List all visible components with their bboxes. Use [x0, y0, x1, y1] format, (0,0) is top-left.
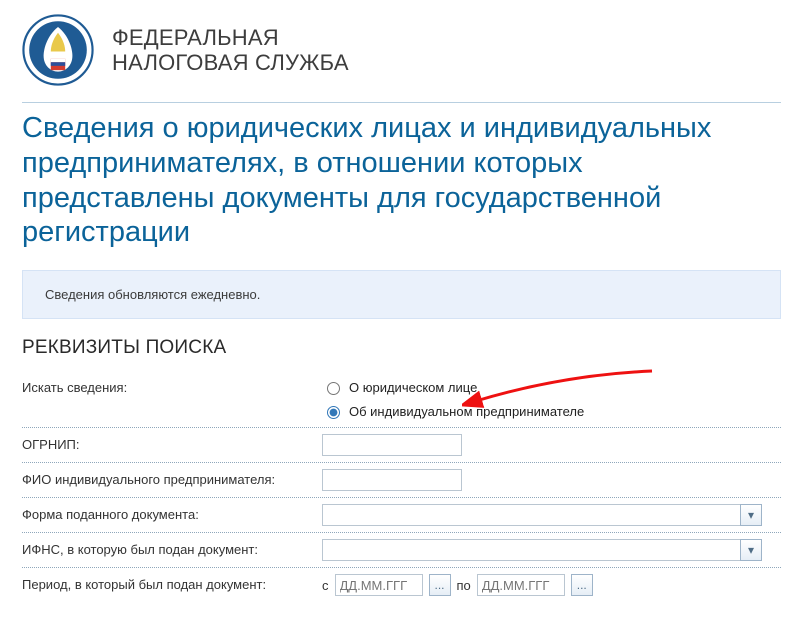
date-to-picker-button[interactable]: ...	[571, 574, 593, 596]
chevron-down-icon[interactable]: ▾	[740, 504, 762, 526]
label-docform: Форма поданного документа:	[22, 504, 322, 522]
search-criteria-heading: РЕКВИЗИТЫ ПОИСКА	[22, 337, 781, 359]
row-docform: Форма поданного документа: ▾	[22, 498, 781, 533]
period-to-prefix: по	[457, 578, 471, 593]
input-fio[interactable]	[322, 469, 462, 491]
chevron-down-icon[interactable]: ▾	[740, 539, 762, 561]
radio-legal-label: О юридическом лице	[349, 380, 477, 395]
radio-individual-label: Об индивидуальном предпринимателе	[349, 404, 584, 419]
site-header: ФЕДЕРАЛЬНАЯ НАЛОГОВАЯ СЛУЖБА	[22, 14, 781, 98]
input-ifns[interactable]	[322, 539, 740, 561]
input-date-from[interactable]	[335, 574, 423, 596]
org-title-line2: НАЛОГОВАЯ СЛУЖБА	[112, 50, 349, 75]
row-ogrnip: ОГРНИП:	[22, 428, 781, 463]
label-period: Период, в который был подан документ:	[22, 574, 322, 592]
row-period: Период, в который был подан документ: с …	[22, 568, 781, 602]
row-search-type: Искать сведения: О юридическом лице Об и…	[22, 371, 781, 428]
radio-option-individual[interactable]: Об индивидуальном предпринимателе	[322, 401, 584, 421]
fns-logo-icon	[22, 14, 94, 86]
label-search-type: Искать сведения:	[22, 377, 322, 395]
input-docform[interactable]	[322, 504, 740, 526]
label-ifns: ИФНС, в которую был подан документ:	[22, 539, 322, 557]
radio-individual-input[interactable]	[327, 406, 340, 419]
input-date-to[interactable]	[477, 574, 565, 596]
label-fio: ФИО индивидуального предпринимателя:	[22, 469, 322, 487]
org-title: ФЕДЕРАЛЬНАЯ НАЛОГОВАЯ СЛУЖБА	[112, 25, 349, 76]
combo-docform[interactable]: ▾	[322, 504, 762, 526]
combo-ifns[interactable]: ▾	[322, 539, 762, 561]
row-fio: ФИО индивидуального предпринимателя:	[22, 463, 781, 498]
org-title-line1: ФЕДЕРАЛЬНАЯ	[112, 25, 349, 50]
update-notice: Сведения обновляются ежедневно.	[22, 270, 781, 319]
input-ogrnip[interactable]	[322, 434, 462, 456]
label-ogrnip: ОГРНИП:	[22, 434, 322, 452]
row-ifns: ИФНС, в которую был подан документ: ▾	[22, 533, 781, 568]
radio-legal-input[interactable]	[327, 382, 340, 395]
radio-option-legal[interactable]: О юридическом лице	[322, 377, 477, 397]
period-from-prefix: с	[322, 578, 329, 593]
date-from-picker-button[interactable]: ...	[429, 574, 451, 596]
header-divider	[22, 102, 781, 103]
page-title: Сведения о юридических лицах и индивидуа…	[22, 111, 781, 250]
